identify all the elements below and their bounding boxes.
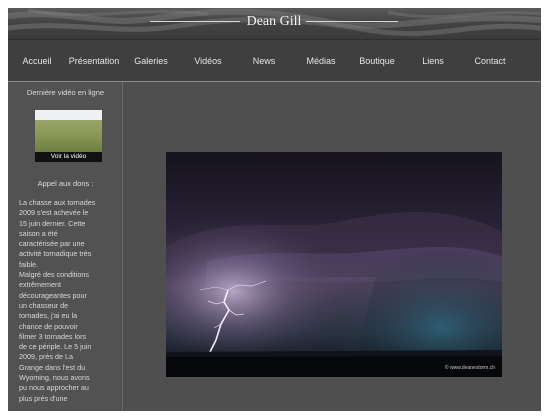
donation-text-line: filmer 3 tornades lors [19, 331, 87, 341]
nav-item-news[interactable]: News [239, 40, 289, 82]
donation-text-line: plus près d'une [19, 393, 68, 403]
main-content: © www.deanestorm.ch [123, 82, 541, 411]
donation-text-line: décourageantes pour [19, 290, 87, 300]
donation-text-line: 2009 s'est achevée le [19, 208, 89, 218]
donation-text-line: chance de pouvoir [19, 321, 78, 331]
site-logo[interactable]: Dean Gill [240, 11, 308, 33]
donation-heading: Appel aux dons : [37, 179, 94, 188]
nav-item-accueil[interactable]: Accueil [12, 40, 62, 82]
nav-item-videos[interactable]: Vidéos [183, 40, 233, 82]
donation-text-line: 2009, près de La [19, 352, 73, 362]
donation-text-line: pu nous approcher au [19, 383, 89, 393]
donation-text-line: Wyoming, nous avons [19, 373, 90, 383]
nav-item-presentation[interactable]: Présentation [64, 40, 124, 82]
video-thumbnail[interactable]: Voir la vidéo [35, 110, 102, 162]
donation-text-line: caractérisée par une [19, 239, 85, 249]
thumb-field [35, 120, 102, 152]
thumb-sky [35, 110, 102, 120]
donation-text-line: de ce périple. Le 5 juin [19, 342, 92, 352]
donation-text-line: La chasse aux tornades [19, 198, 96, 207]
nav-item-boutique[interactable]: Boutique [352, 40, 402, 82]
donation-text-line: activité tornadique très [19, 249, 92, 259]
watch-video-link[interactable]: Voir la vidéo [35, 152, 102, 162]
photo-credit: © www.deanestorm.ch [444, 365, 495, 371]
latest-video-heading: Dernière vidéo en ligne [26, 88, 105, 97]
page-frame: Dean Gill Accueil Présentation Galeries … [8, 8, 541, 411]
header-banner: Dean Gill [8, 8, 541, 39]
donation-text-line: Malgré des conditions [19, 270, 89, 280]
donation-text-line: faible. [19, 259, 39, 269]
sidebar: Dernière vidéo en ligne Voir la vidéo Ap… [8, 82, 123, 411]
donation-text: La chasse aux tornades 2009 s'est achevée… [19, 198, 119, 404]
storm-photo[interactable]: © www.deanestorm.ch [166, 152, 502, 377]
donation-text-line: tornades, j'ai eu la [19, 311, 78, 321]
logo-line-right [306, 21, 398, 22]
nav-item-liens[interactable]: Liens [408, 40, 458, 82]
lightning-storm-image [166, 152, 502, 377]
main-nav: Accueil Présentation Galeries Vidéos New… [8, 39, 541, 82]
donation-text-line: Grange dans l'est du [19, 362, 86, 372]
nav-item-medias[interactable]: Médias [296, 40, 346, 82]
nav-item-galeries[interactable]: Galeries [126, 40, 176, 82]
donation-text-line: 15 juin dernier. Cette [19, 218, 86, 228]
nav-item-contact[interactable]: Contact [465, 40, 515, 82]
donation-text-line: un chasseur de [19, 300, 69, 310]
donation-text-line: saison a été [19, 228, 58, 238]
donation-text-line: extrêmement [19, 280, 61, 290]
logo-line-left [150, 21, 240, 22]
